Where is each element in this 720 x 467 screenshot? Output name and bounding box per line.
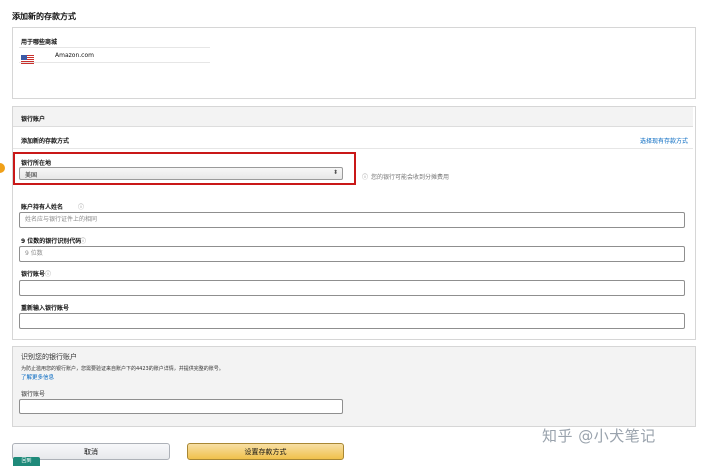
identify-account-input[interactable] xyxy=(19,399,343,414)
bank-section-divider xyxy=(13,148,693,149)
account-number-label: 银行账号 xyxy=(21,271,46,278)
learn-more-link[interactable]: 了解更多信息 xyxy=(21,373,54,381)
identify-title: 识别您的银行账户 xyxy=(21,353,77,361)
identify-description: 为防止滥用您的银行账户，您需要验证来自账户下的4423的账户详情，并提供完整的账… xyxy=(21,366,224,372)
bank-account-header-bar xyxy=(13,107,693,127)
chevron-updown-icon: ⬍ xyxy=(332,169,338,176)
routing-number-label: 9 位数的银行识别代码 xyxy=(21,238,82,245)
bank-location-value: 美国 xyxy=(25,172,38,179)
marketplace-divider-bottom xyxy=(19,62,210,63)
marketplace-panel xyxy=(12,27,696,99)
bank-location-select[interactable]: 美国 ⬍ xyxy=(19,167,343,180)
add-deposit-subheader: 添加新的存款方式 xyxy=(21,138,70,145)
bank-account-header: 银行账户 xyxy=(21,116,46,123)
marketplace-divider xyxy=(19,47,210,48)
bank-location-label: 银行所在地 xyxy=(21,160,52,167)
corner-badge[interactable]: 回到 xyxy=(13,457,40,466)
identify-account-label: 银行账号 xyxy=(21,391,46,398)
info-icon: ⓘ xyxy=(45,271,52,278)
watermark: 知乎 @小犬笔记 xyxy=(542,427,656,445)
identify-account-panel xyxy=(12,346,696,427)
routing-number-input[interactable]: 9 位数 xyxy=(19,246,685,262)
bank-location-hint: 您的银行可能会收到分摊费用 xyxy=(371,174,450,181)
submit-button[interactable]: 设置存款方式 xyxy=(187,443,344,460)
account-holder-label: 账户持有人姓名 xyxy=(21,204,64,211)
info-icon: ⓘ xyxy=(362,174,369,181)
info-icon: ⓘ xyxy=(80,238,87,245)
marketplace-name: Amazon.com xyxy=(55,52,94,59)
confirm-account-label: 重新输入银行账号 xyxy=(21,305,70,312)
select-existing-link[interactable]: 选择现有存款方式 xyxy=(640,136,688,145)
page-title: 添加新的存款方式 xyxy=(12,12,76,21)
account-number-input[interactable] xyxy=(19,280,685,296)
marketplace-label: 用于哪些商城 xyxy=(21,39,58,46)
confirm-account-input[interactable] xyxy=(19,313,685,329)
step-marker-dot xyxy=(0,163,5,173)
us-flag-icon xyxy=(21,49,34,64)
info-icon: ⓘ xyxy=(78,204,85,211)
account-holder-input[interactable]: 姓名应与银行证件上的相同 xyxy=(19,212,685,228)
